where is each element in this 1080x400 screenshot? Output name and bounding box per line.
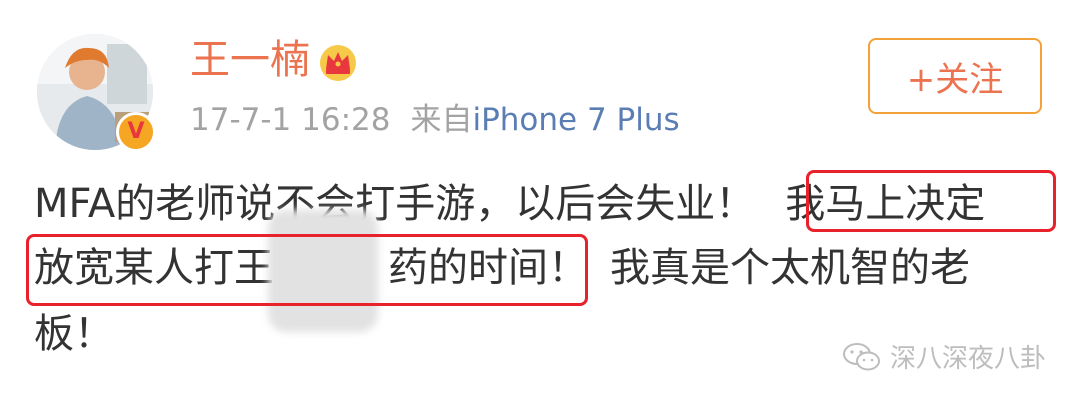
watermark: 深八深夜八卦 — [842, 338, 1046, 375]
username[interactable]: 王一楠 — [190, 36, 310, 84]
verified-badge-icon: V — [116, 112, 156, 152]
post-meta: 17-7-1 16:28 来自iPhone 7 Plus — [190, 100, 680, 140]
post-time: 17-7-1 16:28 — [190, 102, 391, 138]
follow-button[interactable]: +关注 — [868, 38, 1042, 114]
post-text-segment: MFA的老师说不会打手游，以后会失业！ — [34, 181, 756, 227]
post-text-line-3: 板！ — [34, 306, 114, 362]
highlight-box — [806, 170, 1056, 232]
device-link[interactable]: iPhone 7 Plus — [472, 102, 679, 138]
highlight-box — [26, 234, 588, 306]
wechat-icon — [843, 342, 880, 370]
watermark-text: 深八深夜八卦 — [890, 344, 1047, 374]
source-prefix: 来自 — [410, 102, 473, 138]
crown-icon — [320, 45, 356, 81]
post-text-segment: 板！ — [34, 311, 114, 357]
post-text-segment: 我真是个太机智的老 — [610, 245, 970, 291]
